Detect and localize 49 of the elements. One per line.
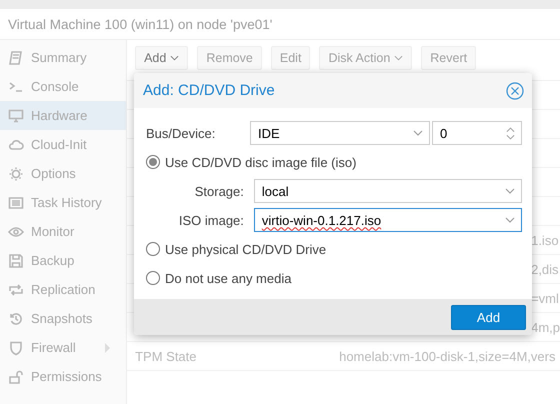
add-button[interactable]: Add <box>451 304 526 330</box>
table-cell: =vml <box>531 290 559 306</box>
sidebar-item[interactable]: Summary <box>0 43 126 72</box>
sidebar-item[interactable]: Firewall <box>0 333 126 362</box>
sidebar-item[interactable]: Backup <box>0 246 126 275</box>
sidebar-item[interactable]: Hardware <box>0 101 126 130</box>
radio-button[interactable] <box>146 155 160 169</box>
device-spinner[interactable]: 0 <box>432 121 522 145</box>
sidebar-item[interactable]: Permissions <box>0 362 126 391</box>
history-icon <box>8 310 24 326</box>
book-icon <box>8 50 24 66</box>
sidebar-item[interactable]: Console <box>0 72 126 101</box>
table-cell: TPM State <box>135 348 197 364</box>
shield-icon <box>8 340 24 356</box>
lock-icon <box>8 368 24 384</box>
table-cell: 2,dis <box>531 262 559 276</box>
sidebar-item[interactable]: Replication <box>0 275 126 304</box>
sidebar-item[interactable]: Monitor <box>0 217 126 246</box>
toolbar-button[interactable]: Add <box>135 46 188 70</box>
field-label: Bus/Device: <box>146 126 216 140</box>
list-icon <box>8 194 24 210</box>
radio-button[interactable] <box>146 271 160 285</box>
dialog-title: Add: CD/DVD Drive <box>143 82 275 99</box>
close-icon[interactable] <box>506 82 524 100</box>
table-cell: homelab:vm-100-disk-1,size=4M,vers <box>339 348 556 364</box>
radio-label[interactable]: Do not use any media <box>165 270 292 286</box>
sidebar-item[interactable]: Task History <box>0 188 126 217</box>
sidebar-item[interactable]: Cloud-Init <box>0 130 126 159</box>
storage-select[interactable]: local <box>254 179 522 203</box>
monitor-icon <box>8 108 24 124</box>
table-cell: 1.iso <box>531 232 559 248</box>
chevron-down-icon <box>413 130 423 136</box>
table-cell: 4m,p <box>531 320 560 334</box>
bus-select[interactable]: IDE <box>250 121 430 145</box>
sidebar-item[interactable]: Options <box>0 159 126 188</box>
chevron-down-icon <box>505 217 515 223</box>
page-title: Virtual Machine 100 (win11) on node 'pve01' <box>8 16 272 32</box>
radio-button[interactable] <box>146 242 160 256</box>
arrows-icon <box>8 282 24 298</box>
gear-icon <box>8 166 24 182</box>
chevron-down-icon <box>505 188 515 194</box>
field-label: ISO image: <box>178 212 245 228</box>
radio-label[interactable]: Use physical CD/DVD Drive <box>165 242 326 256</box>
floppy-icon <box>8 252 24 268</box>
radio-label[interactable]: Use CD/DVD disc image file (iso) <box>165 154 356 170</box>
sidebar-item[interactable]: Snapshots <box>0 304 126 333</box>
spinner-arrows-icon <box>506 126 515 140</box>
iso-image-select[interactable]: virtio-win-0.1.217.iso <box>254 208 522 232</box>
field-label: Storage: <box>194 184 245 198</box>
